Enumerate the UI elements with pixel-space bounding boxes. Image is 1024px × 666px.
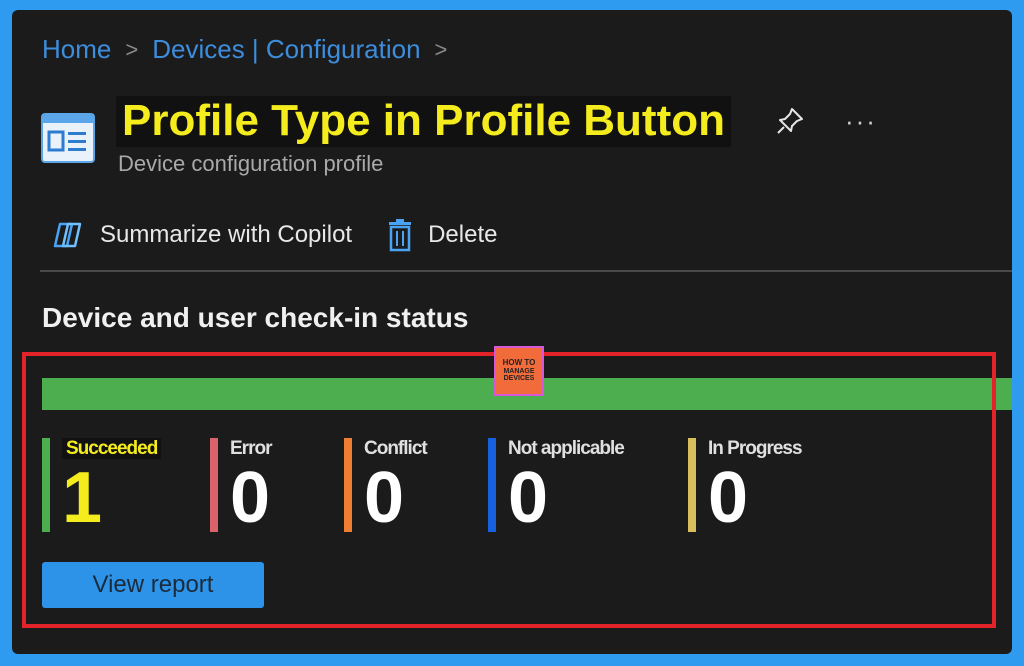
status-stripe: [488, 438, 496, 532]
app-frame: Home > Devices | Configuration > Profile…: [12, 10, 1012, 654]
status-count: 1: [62, 458, 103, 538]
status-count: 0: [708, 458, 749, 538]
page-header: Profile Type in Profile Button ··· Devic…: [40, 96, 877, 177]
watermark-logo: HOW TO MANAGE DEVICES: [494, 346, 544, 396]
delete-button[interactable]: Delete: [386, 218, 497, 252]
more-options-icon[interactable]: ···: [845, 106, 877, 137]
status-label: Error: [230, 438, 272, 459]
pin-icon[interactable]: [775, 106, 805, 136]
breadcrumb-separator: >: [434, 36, 448, 62]
status-label: Conflict: [364, 438, 428, 459]
summarize-label: Summarize with Copilot: [100, 221, 353, 248]
divider: [40, 270, 1012, 272]
status-label: Not applicable: [508, 438, 625, 459]
status-stripe: [344, 438, 352, 532]
page-title: Profile Type in Profile Button: [116, 96, 731, 147]
breadcrumb-devices-configuration[interactable]: Devices | Configuration: [152, 34, 420, 65]
breadcrumb: Home > Devices | Configuration >: [42, 34, 461, 65]
status-label: In Progress: [708, 438, 803, 459]
section-title: Device and user check-in status: [42, 302, 469, 333]
command-bar: Summarize with Copilot Delete: [52, 218, 531, 252]
summarize-with-copilot-button[interactable]: Summarize with Copilot: [52, 220, 352, 250]
status-stripe: [42, 438, 50, 532]
status-count: 0: [508, 458, 549, 538]
status-tile-not-applicable[interactable]: Not applicable 0: [488, 438, 625, 538]
copilot-icon: [53, 222, 82, 248]
status-tile-error[interactable]: Error 0: [210, 438, 272, 538]
status-stripe: [688, 438, 696, 532]
profile-window-icon: [41, 113, 95, 163]
delete-label: Delete: [428, 221, 498, 248]
view-report-button[interactable]: View report: [42, 562, 264, 608]
page-subtitle: Device configuration profile: [118, 150, 384, 176]
trash-icon: [389, 219, 412, 252]
breadcrumb-separator: >: [125, 36, 139, 62]
status-stripe: [210, 438, 218, 532]
status-label: Succeeded: [62, 438, 162, 459]
status-tile-succeeded[interactable]: Succeeded 1: [42, 438, 162, 538]
status-tile-conflict[interactable]: Conflict 0: [344, 438, 428, 538]
breadcrumb-home[interactable]: Home: [42, 34, 111, 65]
status-tile-in-progress[interactable]: In Progress 0: [688, 438, 803, 538]
status-count: 0: [230, 458, 271, 538]
status-count: 0: [364, 458, 405, 538]
